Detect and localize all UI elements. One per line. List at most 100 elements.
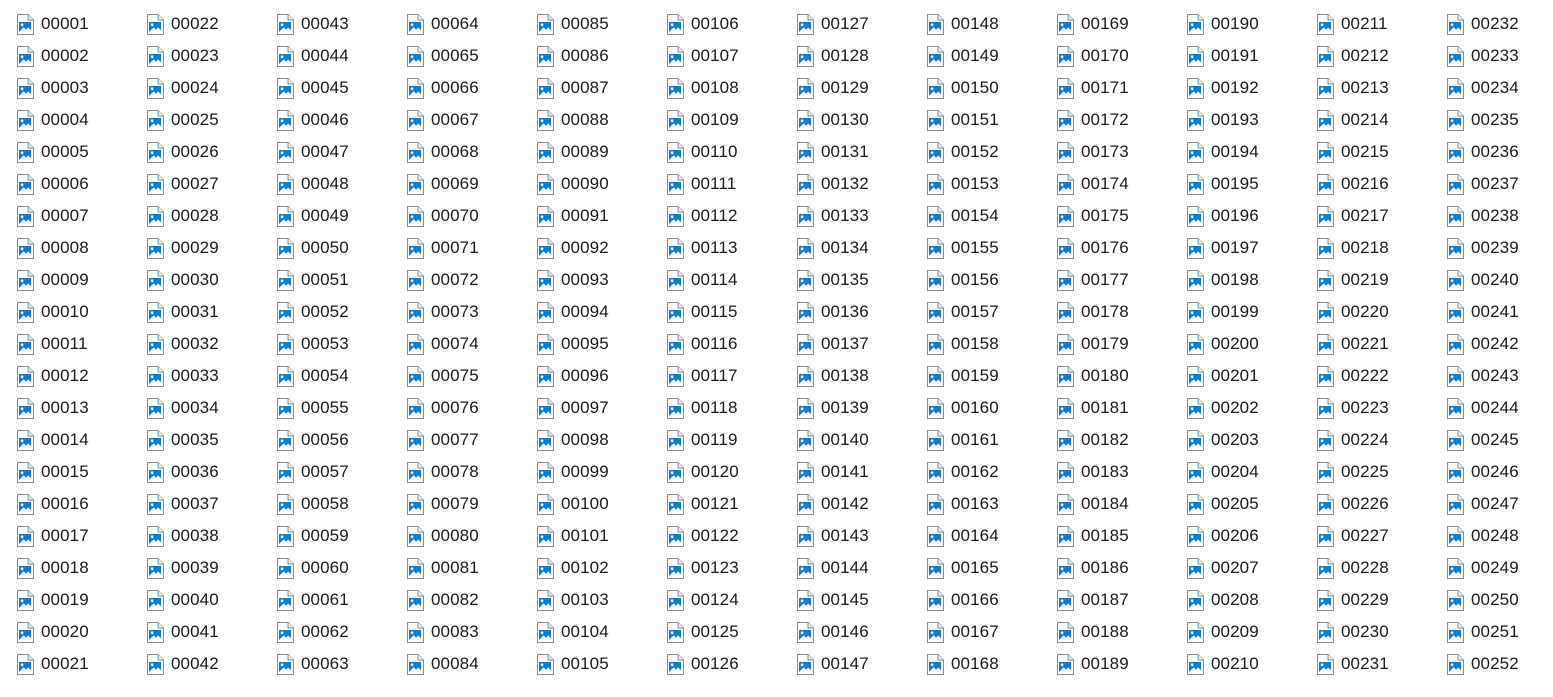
file-item-00095[interactable]: 00095 xyxy=(536,328,666,360)
file-item-00076[interactable]: 00076 xyxy=(406,392,536,424)
file-item-00109[interactable]: 00109 xyxy=(666,104,796,136)
file-item-00005[interactable]: 00005 xyxy=(16,136,146,168)
file-item-00119[interactable]: 00119 xyxy=(666,424,796,456)
file-item-00066[interactable]: 00066 xyxy=(406,72,536,104)
file-item-00060[interactable]: 00060 xyxy=(276,552,406,584)
file-item-00085[interactable]: 00085 xyxy=(536,8,666,40)
file-item-00134[interactable]: 00134 xyxy=(796,232,926,264)
file-item-00020[interactable]: 00020 xyxy=(16,616,146,648)
file-item-00027[interactable]: 00027 xyxy=(146,168,276,200)
file-item-00050[interactable]: 00050 xyxy=(276,232,406,264)
file-item-00072[interactable]: 00072 xyxy=(406,264,536,296)
file-item-00032[interactable]: 00032 xyxy=(146,328,276,360)
file-item-00231[interactable]: 00231 xyxy=(1316,648,1446,680)
file-item-00022[interactable]: 00022 xyxy=(146,8,276,40)
file-item-00028[interactable]: 00028 xyxy=(146,200,276,232)
file-item-00164[interactable]: 00164 xyxy=(926,520,1056,552)
file-item-00239[interactable]: 00239 xyxy=(1446,232,1553,264)
file-item-00047[interactable]: 00047 xyxy=(276,136,406,168)
file-item-00002[interactable]: 00002 xyxy=(16,40,146,72)
file-item-00205[interactable]: 00205 xyxy=(1186,488,1316,520)
file-item-00091[interactable]: 00091 xyxy=(536,200,666,232)
file-item-00166[interactable]: 00166 xyxy=(926,584,1056,616)
file-item-00115[interactable]: 00115 xyxy=(666,296,796,328)
file-item-00126[interactable]: 00126 xyxy=(666,648,796,680)
file-item-00103[interactable]: 00103 xyxy=(536,584,666,616)
file-item-00124[interactable]: 00124 xyxy=(666,584,796,616)
file-item-00092[interactable]: 00092 xyxy=(536,232,666,264)
file-item-00017[interactable]: 00017 xyxy=(16,520,146,552)
file-item-00003[interactable]: 00003 xyxy=(16,72,146,104)
file-item-00007[interactable]: 00007 xyxy=(16,200,146,232)
file-item-00175[interactable]: 00175 xyxy=(1056,200,1186,232)
file-item-00232[interactable]: 00232 xyxy=(1446,8,1553,40)
file-item-00234[interactable]: 00234 xyxy=(1446,72,1553,104)
file-item-00209[interactable]: 00209 xyxy=(1186,616,1316,648)
file-item-00058[interactable]: 00058 xyxy=(276,488,406,520)
file-item-00237[interactable]: 00237 xyxy=(1446,168,1553,200)
file-item-00236[interactable]: 00236 xyxy=(1446,136,1553,168)
file-item-00245[interactable]: 00245 xyxy=(1446,424,1553,456)
file-item-00220[interactable]: 00220 xyxy=(1316,296,1446,328)
file-item-00186[interactable]: 00186 xyxy=(1056,552,1186,584)
file-item-00077[interactable]: 00077 xyxy=(406,424,536,456)
file-item-00087[interactable]: 00087 xyxy=(536,72,666,104)
file-item-00198[interactable]: 00198 xyxy=(1186,264,1316,296)
file-item-00219[interactable]: 00219 xyxy=(1316,264,1446,296)
file-item-00211[interactable]: 00211 xyxy=(1316,8,1446,40)
file-item-00196[interactable]: 00196 xyxy=(1186,200,1316,232)
file-item-00056[interactable]: 00056 xyxy=(276,424,406,456)
file-item-00080[interactable]: 00080 xyxy=(406,520,536,552)
file-item-00046[interactable]: 00046 xyxy=(276,104,406,136)
file-item-00039[interactable]: 00039 xyxy=(146,552,276,584)
file-item-00012[interactable]: 00012 xyxy=(16,360,146,392)
file-item-00098[interactable]: 00098 xyxy=(536,424,666,456)
file-item-00051[interactable]: 00051 xyxy=(276,264,406,296)
file-item-00067[interactable]: 00067 xyxy=(406,104,536,136)
file-item-00148[interactable]: 00148 xyxy=(926,8,1056,40)
file-item-00213[interactable]: 00213 xyxy=(1316,72,1446,104)
file-item-00138[interactable]: 00138 xyxy=(796,360,926,392)
file-item-00001[interactable]: 00001 xyxy=(16,8,146,40)
file-item-00223[interactable]: 00223 xyxy=(1316,392,1446,424)
file-item-00243[interactable]: 00243 xyxy=(1446,360,1553,392)
file-item-00102[interactable]: 00102 xyxy=(536,552,666,584)
file-item-00025[interactable]: 00025 xyxy=(146,104,276,136)
file-item-00248[interactable]: 00248 xyxy=(1446,520,1553,552)
file-item-00059[interactable]: 00059 xyxy=(276,520,406,552)
file-item-00062[interactable]: 00062 xyxy=(276,616,406,648)
file-item-00154[interactable]: 00154 xyxy=(926,200,1056,232)
file-item-00251[interactable]: 00251 xyxy=(1446,616,1553,648)
file-item-00024[interactable]: 00024 xyxy=(146,72,276,104)
file-item-00019[interactable]: 00019 xyxy=(16,584,146,616)
file-item-00061[interactable]: 00061 xyxy=(276,584,406,616)
file-item-00210[interactable]: 00210 xyxy=(1186,648,1316,680)
file-item-00016[interactable]: 00016 xyxy=(16,488,146,520)
file-item-00018[interactable]: 00018 xyxy=(16,552,146,584)
file-item-00177[interactable]: 00177 xyxy=(1056,264,1186,296)
file-item-00201[interactable]: 00201 xyxy=(1186,360,1316,392)
file-item-00173[interactable]: 00173 xyxy=(1056,136,1186,168)
file-item-00247[interactable]: 00247 xyxy=(1446,488,1553,520)
file-item-00160[interactable]: 00160 xyxy=(926,392,1056,424)
file-item-00074[interactable]: 00074 xyxy=(406,328,536,360)
file-item-00158[interactable]: 00158 xyxy=(926,328,1056,360)
file-item-00004[interactable]: 00004 xyxy=(16,104,146,136)
file-item-00100[interactable]: 00100 xyxy=(536,488,666,520)
file-item-00188[interactable]: 00188 xyxy=(1056,616,1186,648)
file-item-00174[interactable]: 00174 xyxy=(1056,168,1186,200)
file-item-00104[interactable]: 00104 xyxy=(536,616,666,648)
file-item-00238[interactable]: 00238 xyxy=(1446,200,1553,232)
file-item-00049[interactable]: 00049 xyxy=(276,200,406,232)
file-item-00144[interactable]: 00144 xyxy=(796,552,926,584)
file-item-00193[interactable]: 00193 xyxy=(1186,104,1316,136)
file-item-00217[interactable]: 00217 xyxy=(1316,200,1446,232)
file-item-00127[interactable]: 00127 xyxy=(796,8,926,40)
file-item-00078[interactable]: 00078 xyxy=(406,456,536,488)
file-item-00034[interactable]: 00034 xyxy=(146,392,276,424)
file-item-00083[interactable]: 00083 xyxy=(406,616,536,648)
file-item-00057[interactable]: 00057 xyxy=(276,456,406,488)
file-item-00195[interactable]: 00195 xyxy=(1186,168,1316,200)
file-item-00069[interactable]: 00069 xyxy=(406,168,536,200)
file-item-00190[interactable]: 00190 xyxy=(1186,8,1316,40)
